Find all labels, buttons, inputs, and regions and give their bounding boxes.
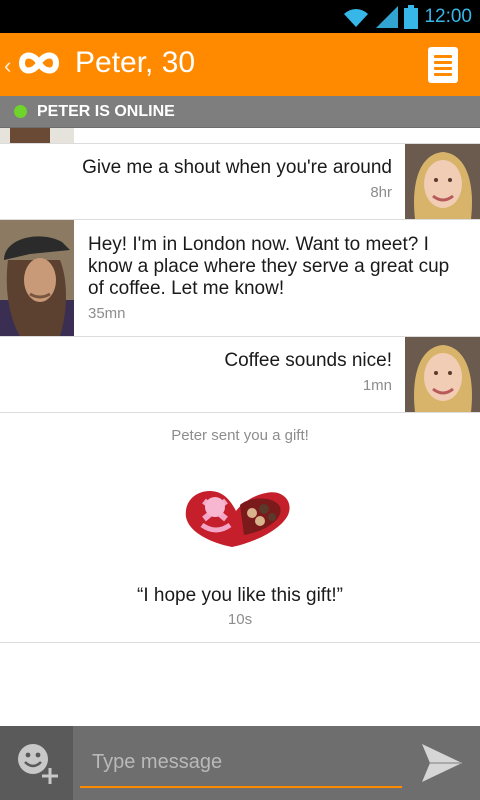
infinity-logo-icon[interactable] [16, 47, 62, 79]
status-bar: 12:00 [0, 0, 480, 33]
chat-list[interactable]: Give me a shout when you're around 8hr H… [0, 128, 480, 726]
message-time: 8hr [370, 184, 392, 201]
add-emoji-button[interactable] [0, 726, 73, 800]
list-menu-icon[interactable] [428, 47, 458, 83]
list-item: Coffee sounds nice! 1mn [0, 337, 480, 413]
message-time: 1mn [362, 377, 392, 394]
message-text: Hey! I'm in London now. Want to meet? I … [88, 234, 450, 299]
gift-message: “I hope you like this gift!” [137, 585, 343, 606]
battery-icon [404, 5, 419, 29]
presence-text: PETER IS ONLINE [37, 103, 175, 120]
signal-icon [376, 6, 399, 28]
heart-chocolate-box-icon[interactable] [182, 485, 294, 549]
page-title: Peter, 30 [75, 46, 196, 79]
gift-note: Peter sent you a gift! [171, 427, 309, 444]
list-item [0, 128, 480, 144]
clock-time: 12:00 [424, 6, 472, 27]
gift-item: Peter sent you a gift! “I hope you like … [0, 413, 480, 643]
man-avatar [0, 128, 74, 143]
app-bar: ‹ Peter, 30 [0, 33, 480, 96]
online-status-dot [14, 105, 27, 118]
woman-avatar[interactable] [405, 144, 480, 219]
man-avatar[interactable] [0, 220, 74, 336]
status-icons: 12:00 [342, 4, 472, 30]
list-item: Give me a shout when you're around 8hr [0, 144, 480, 220]
woman-avatar[interactable] [405, 337, 480, 412]
add-emoji-icon [18, 744, 58, 784]
chevron-left-icon[interactable]: ‹ [4, 53, 11, 79]
message-text: Give me a shout when you're around [82, 157, 392, 178]
send-icon[interactable] [420, 742, 464, 784]
wifi-icon [344, 9, 369, 27]
message-time: 35mn [88, 305, 126, 322]
message-input[interactable] [80, 738, 402, 788]
message-text: Coffee sounds nice! [224, 350, 392, 371]
presence-bar: PETER IS ONLINE [0, 96, 480, 128]
list-item: Hey! I'm in London now. Want to meet? I … [0, 220, 480, 337]
message-composer [0, 726, 480, 800]
gift-time: 10s [227, 611, 253, 628]
